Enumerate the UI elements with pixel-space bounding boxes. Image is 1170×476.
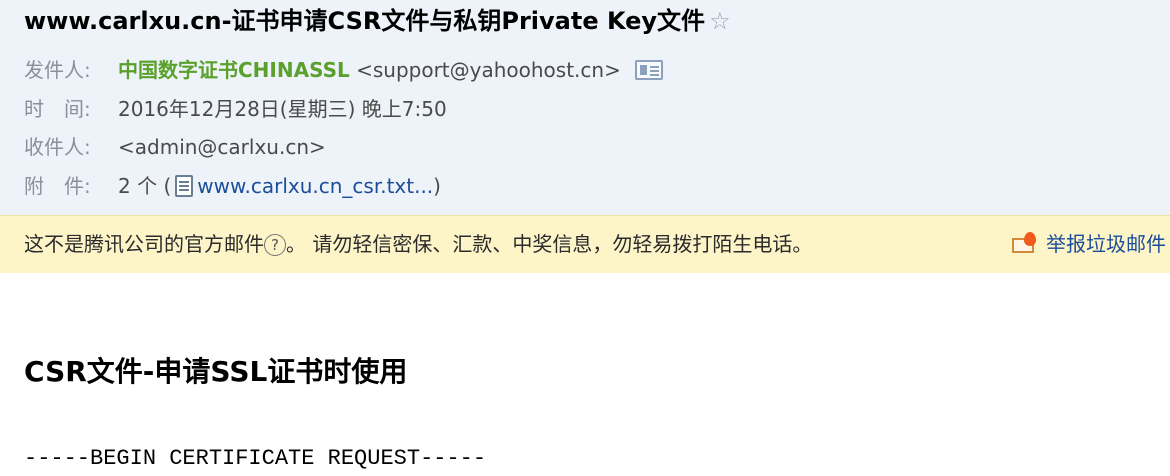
sender-address[interactable]: <support@yahoohost.cn> — [356, 58, 621, 82]
subject-text: www.carlxu.cn-证书申请CSR文件与私钥Private Key文件 — [24, 7, 706, 35]
contact-card-icon[interactable] — [634, 60, 663, 80]
from-label: 发件人: — [24, 58, 91, 82]
warning-not-official: 这不是腾讯公司的官方邮件 — [24, 232, 264, 256]
to-row: 收件人: <admin@carlxu.cn> — [24, 133, 326, 161]
help-icon[interactable]: ? — [264, 234, 286, 256]
csr-begin-line: -----BEGIN CERTIFICATE REQUEST----- — [24, 446, 487, 471]
to-label: 收件人: — [24, 135, 91, 159]
attachment-count: 2 个 ( — [118, 174, 172, 198]
attachment-label: 附 件: — [24, 174, 91, 198]
from-row: 发件人: 中国数字证书CHINASSL <support@yahoohost.cn… — [24, 56, 663, 84]
attachment-close-paren: ) — [433, 174, 441, 198]
time-label: 时 间: — [24, 97, 91, 121]
star-icon[interactable]: ☆ — [709, 7, 731, 35]
time-row: 时 间: 2016年12月28日(星期三) 晚上7:50 — [24, 95, 447, 123]
warning-advice: 。 请勿轻信密保、汇款、中奖信息，勿轻易拨打陌生电话。 — [286, 232, 813, 256]
warning-text: 这不是腾讯公司的官方邮件?。 请勿轻信密保、汇款、中奖信息，勿轻易拨打陌生电话。 — [24, 230, 812, 258]
attachment-row: 附 件: 2 个 ( www.carlxu.cn_csr.txt...) — [24, 172, 441, 200]
sender-name[interactable]: 中国数字证书CHINASSL — [118, 58, 350, 82]
email-body-title: CSR文件-申请SSL证书时使用 — [24, 355, 408, 388]
attachment-link[interactable]: www.carlxu.cn_csr.txt... — [197, 174, 433, 198]
report-spam-link[interactable]: 举报垃圾邮件 — [1046, 232, 1166, 256]
report-spam-icon[interactable] — [1012, 232, 1038, 254]
report-spam[interactable]: 举报垃圾邮件 — [1012, 230, 1166, 258]
time-value: 2016年12月28日(星期三) 晚上7:50 — [118, 97, 447, 121]
document-icon — [175, 175, 194, 197]
recipient-address[interactable]: <admin@carlxu.cn> — [118, 135, 326, 159]
security-warning-bar: 这不是腾讯公司的官方邮件?。 请勿轻信密保、汇款、中奖信息，勿轻易拨打陌生电话。… — [0, 215, 1170, 273]
email-subject: www.carlxu.cn-证书申请CSR文件与私钥Private Key文件 ☆ — [24, 4, 731, 38]
email-header: www.carlxu.cn-证书申请CSR文件与私钥Private Key文件 ☆… — [0, 0, 1170, 215]
